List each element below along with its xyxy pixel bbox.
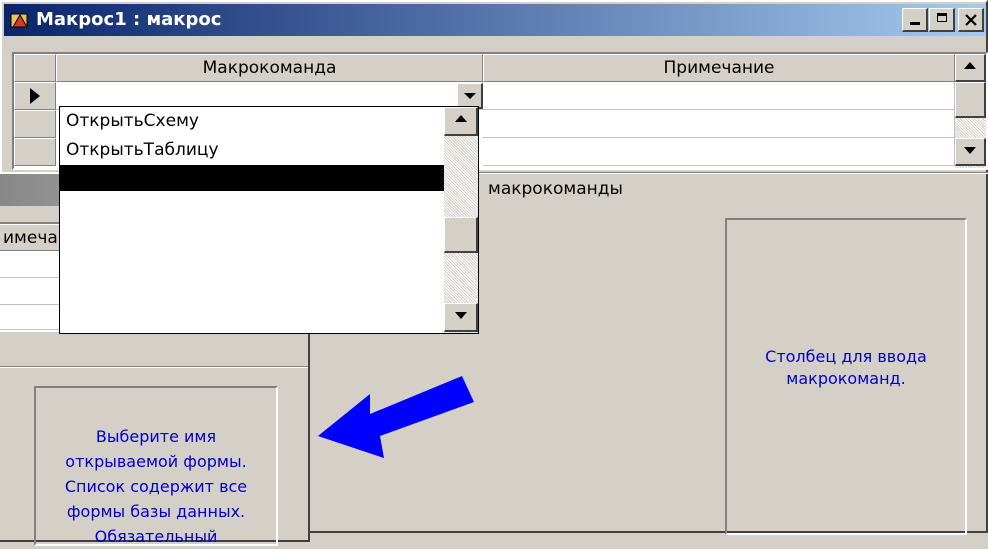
macro-window-icon xyxy=(10,11,30,29)
column-header-action[interactable]: Макрокоманда xyxy=(56,54,483,82)
minimize-button[interactable] xyxy=(902,8,928,32)
dropdown-item-selected[interactable] xyxy=(60,165,444,191)
grid-scroll-down[interactable] xyxy=(955,138,986,166)
row-selector-1[interactable] xyxy=(14,82,56,110)
dropdown-item-open-diagram[interactable]: ОткрытьСхему xyxy=(60,107,444,136)
dropdown-scroll-thumb[interactable] xyxy=(444,217,478,253)
row-selector-3[interactable] xyxy=(14,138,56,166)
grid-corner xyxy=(14,54,56,82)
action-dropdown-list[interactable]: ОткрытьСхему ОткрытьТаблицу xyxy=(59,106,479,334)
chevron-down-icon xyxy=(964,147,976,154)
row-selector-2[interactable] xyxy=(14,110,56,138)
comment-cell-2[interactable] xyxy=(483,110,955,138)
grid-scroll-thumb[interactable] xyxy=(955,82,986,118)
maximize-button[interactable] xyxy=(929,8,955,32)
form-help-text: Выберите имя открываемой формы. Список с… xyxy=(64,427,248,546)
dropdown-item-label xyxy=(60,165,444,194)
chevron-up-icon xyxy=(454,115,467,122)
grid-scroll-up[interactable] xyxy=(955,54,986,82)
comment-cell-3[interactable] xyxy=(483,138,955,166)
chevron-up-icon xyxy=(964,62,976,69)
form-properties-divider xyxy=(0,366,308,368)
chevron-down-icon xyxy=(463,93,476,99)
close-icon xyxy=(964,14,977,26)
form-help-box: Выберите имя открываемой формы. Список с… xyxy=(34,386,278,546)
close-button[interactable] xyxy=(958,8,984,32)
section-label: макрокоманды xyxy=(488,179,623,199)
dropdown-item-open-table[interactable]: ОткрытьТаблицу xyxy=(60,136,444,165)
macro-help-text: Столбец для ввода макрокоманд. xyxy=(765,347,927,388)
dropdown-scroll-up[interactable] xyxy=(444,107,478,136)
macro-window-titlebar[interactable]: Макрос1 : макрос xyxy=(4,4,986,36)
chevron-down-icon xyxy=(454,312,467,319)
minimize-icon xyxy=(909,22,920,25)
blue-arrow-icon xyxy=(318,376,474,458)
macro-window-title: Макрос1 : макрос xyxy=(36,9,222,30)
comment-cell-1[interactable] xyxy=(483,82,955,110)
row-pointer-icon xyxy=(30,88,40,104)
dropdown-item-label: ОткрытьТаблицу xyxy=(66,140,219,160)
macro-help-box: Столбец для ввода макрокоманд. xyxy=(725,218,967,535)
maximize-icon xyxy=(936,13,947,22)
dropdown-scroll-down[interactable] xyxy=(444,303,478,332)
dropdown-item-label: ОткрытьСхему xyxy=(66,111,199,131)
column-header-comment[interactable]: Примечание xyxy=(483,54,955,82)
